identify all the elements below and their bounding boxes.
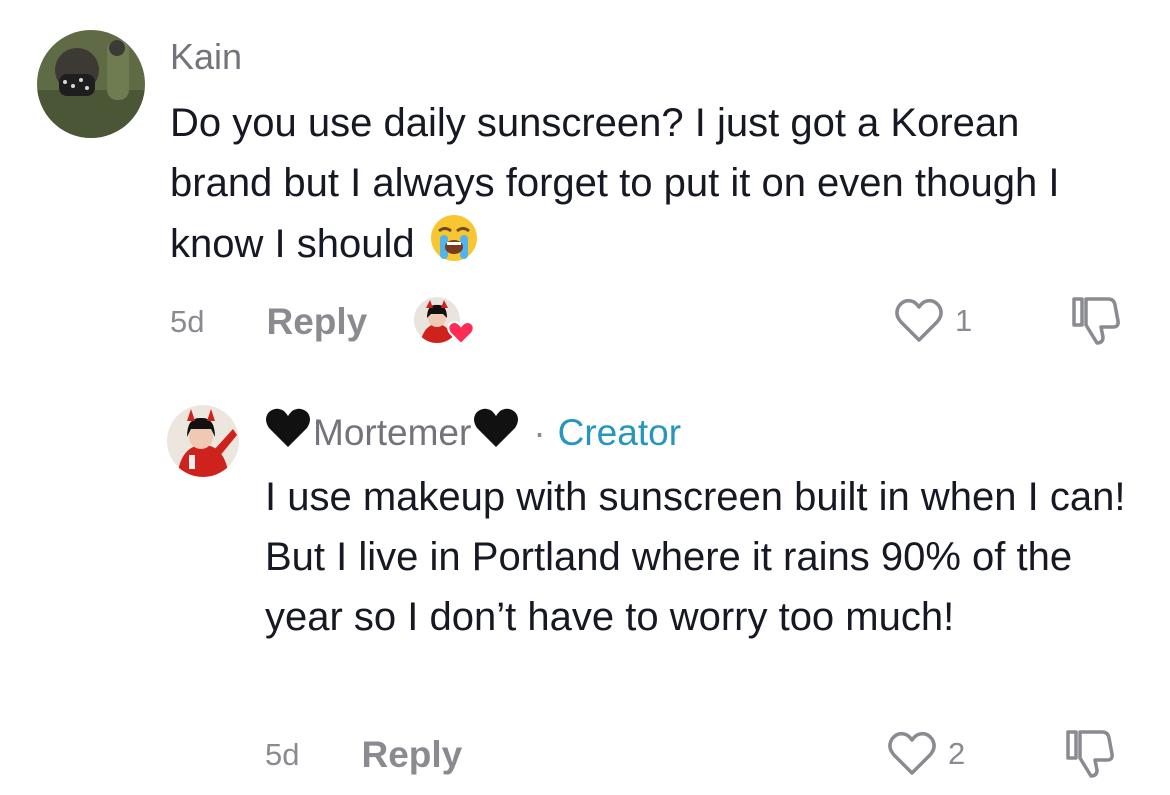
username-text: Mortemer xyxy=(313,411,472,453)
reply-text-mortemer: I use makeup with sunscreen built in whe… xyxy=(265,475,1126,639)
loudly-crying-face-icon xyxy=(429,213,479,280)
avatar-mortemer-image xyxy=(167,405,239,477)
black-heart-icon xyxy=(473,407,519,458)
comment-time: 5d xyxy=(170,304,205,339)
separator-dot: · xyxy=(533,411,546,453)
avatar-mortemer[interactable] xyxy=(167,405,239,477)
dislike-icon[interactable] xyxy=(1068,295,1124,347)
heart-badge-icon xyxy=(447,321,475,346)
reply-button[interactable]: Reply xyxy=(361,734,462,776)
dislike-icon[interactable] xyxy=(1062,728,1118,780)
heart-icon[interactable] xyxy=(886,730,938,778)
like-group-kain: 1 xyxy=(893,297,972,345)
like-count: 2 xyxy=(948,736,966,771)
comment-text-kain: Do you use daily sunscreen? I just got a… xyxy=(170,93,1130,280)
reply-button[interactable]: Reply xyxy=(266,301,367,343)
reply-meta-mortemer: 5d Reply xyxy=(265,731,462,779)
comment-text-body: Do you use daily sunscreen? I just got a… xyxy=(170,101,1060,266)
avatar-kain-image xyxy=(37,30,145,138)
creator-badge: Creator xyxy=(557,411,682,453)
reply-time: 5d xyxy=(265,737,300,772)
avatar-kain[interactable] xyxy=(37,30,145,138)
creator-liked-badge xyxy=(413,296,475,348)
username-mortemer[interactable]: Mortemer · Creator xyxy=(265,407,681,458)
like-count: 1 xyxy=(955,303,973,338)
heart-icon[interactable] xyxy=(893,297,945,345)
like-group-mortemer: 2 xyxy=(886,730,965,778)
username-kain[interactable]: Kain xyxy=(170,36,242,78)
comment-meta-kain: 5d Reply xyxy=(170,296,475,348)
black-heart-icon xyxy=(265,407,311,458)
